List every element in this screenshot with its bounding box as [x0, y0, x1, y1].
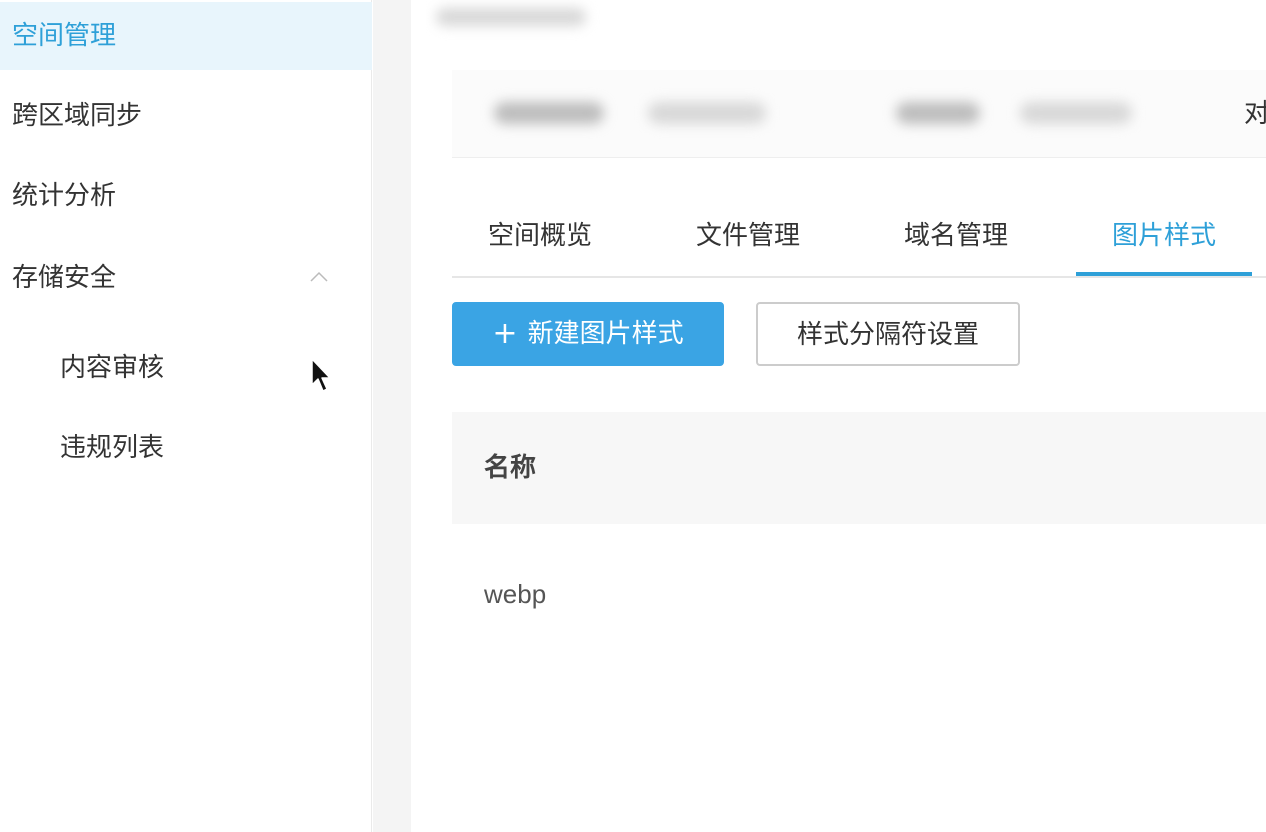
sidebar: 空间管理 跨区域同步 统计分析 存储安全 内容审核 违规列表 [0, 0, 372, 832]
active-tab-indicator [1076, 272, 1252, 276]
sidebar-subitem-label: 内容审核 [60, 353, 165, 383]
blurred-text [1020, 102, 1132, 124]
blurred-header [426, 0, 1266, 158]
table-row[interactable]: webp [452, 524, 1266, 664]
style-name-cell: webp [484, 579, 547, 609]
tab-label: 图片样式 [1111, 221, 1216, 251]
tab-label: 空间概览 [487, 221, 592, 251]
sidebar-item-statistics[interactable]: 统计分析 [0, 162, 372, 230]
column-header-name: 名称 [484, 453, 537, 483]
tab-label: 文件管理 [695, 221, 800, 251]
tab-file-management[interactable]: 文件管理 [660, 196, 836, 276]
content-gutter [373, 0, 411, 832]
sidebar-subitem-label: 违规列表 [60, 433, 165, 463]
sidebar-item-label: 存储安全 [12, 263, 117, 293]
tab-bar: 空间概览 文件管理 域名管理 图片样式 [452, 196, 1266, 278]
blurred-text [494, 102, 604, 124]
tab-label: 域名管理 [903, 221, 1008, 251]
create-image-style-button[interactable]: + 新建图片样式 [452, 302, 724, 366]
style-separator-settings-label: 样式分隔符设置 [796, 320, 979, 350]
sidebar-item-space-management[interactable]: 空间管理 [0, 2, 372, 70]
tab-space-overview[interactable]: 空间概览 [452, 196, 628, 276]
sidebar-subitem-violation-list[interactable]: 违规列表 [0, 418, 372, 478]
style-separator-settings-button[interactable]: 样式分隔符设置 [756, 302, 1020, 366]
sidebar-item-label: 空间管理 [12, 21, 117, 51]
sidebar-item-storage-security[interactable]: 存储安全 [0, 244, 372, 312]
blurred-breadcrumb [436, 8, 586, 26]
create-image-style-label: 新建图片样式 [527, 319, 684, 349]
table-header: 名称 [452, 412, 1266, 524]
sidebar-item-label: 跨区域同步 [12, 101, 143, 131]
tab-image-styles[interactable]: 图片样式 [1076, 196, 1252, 276]
blurred-text [896, 102, 980, 124]
chevron-up-icon [310, 271, 328, 282]
mouse-cursor-icon [311, 358, 331, 392]
header-partial-label: 对 [1244, 99, 1266, 129]
plus-icon: + [492, 316, 518, 351]
blurred-info-card [452, 70, 1266, 158]
sidebar-item-label: 统计分析 [12, 181, 117, 211]
tab-domain-management[interactable]: 域名管理 [868, 196, 1044, 276]
sidebar-item-cross-region-sync[interactable]: 跨区域同步 [0, 82, 372, 150]
blurred-text [648, 102, 766, 124]
